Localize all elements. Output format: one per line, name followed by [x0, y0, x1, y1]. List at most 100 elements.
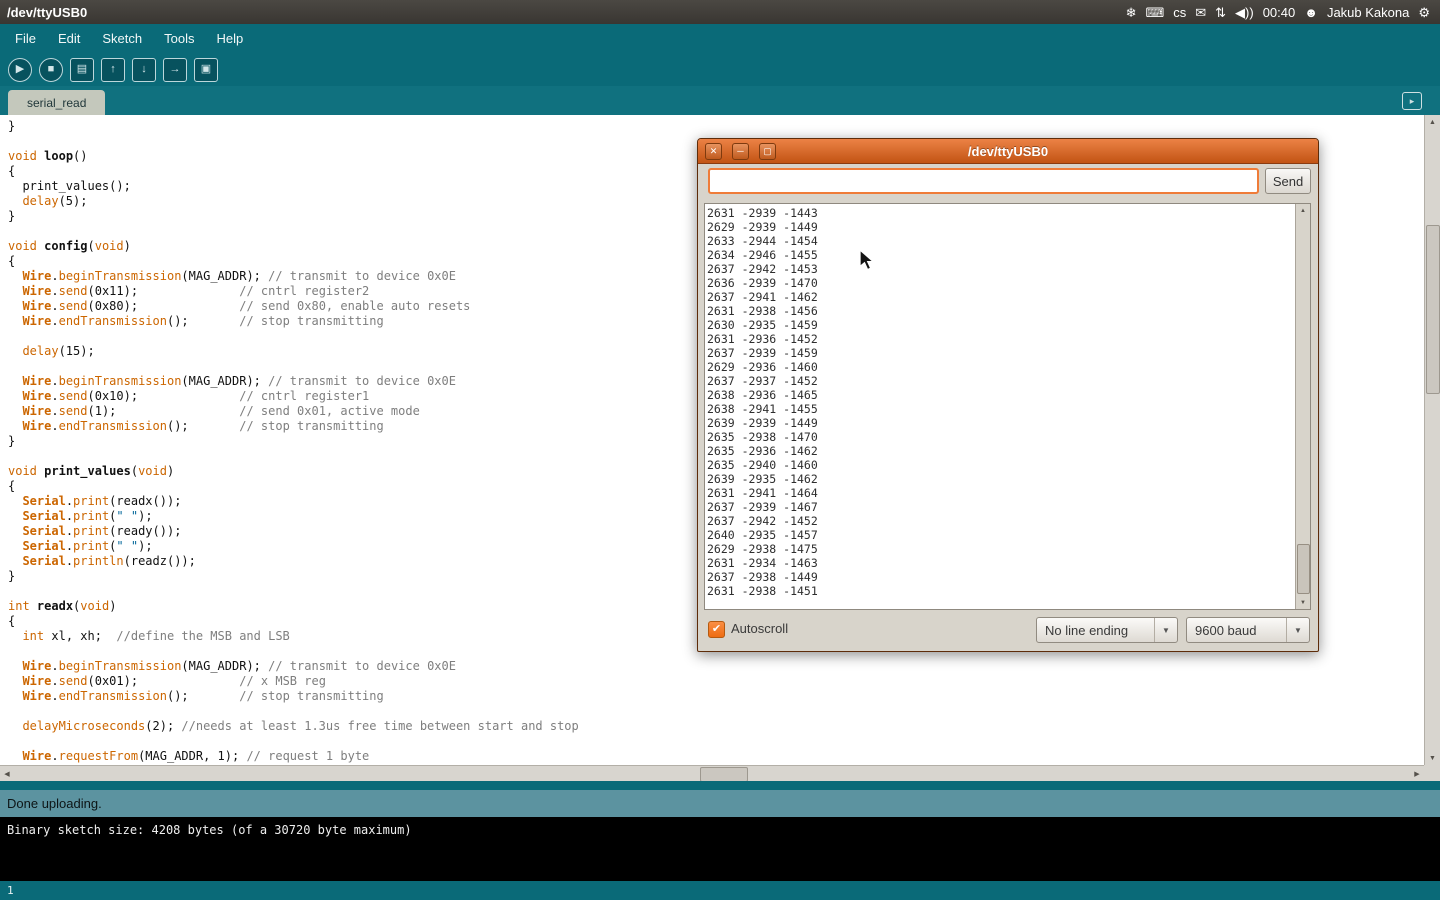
send-button[interactable]: Send	[1265, 168, 1311, 194]
serial-scroll-up-icon[interactable]: ▲	[1296, 204, 1310, 217]
code-line	[8, 734, 1424, 749]
serial-line: 2639 -2939 -1449	[707, 416, 1293, 430]
serial-line: 2638 -2941 -1455	[707, 402, 1293, 416]
serial-line: 2635 -2940 -1460	[707, 458, 1293, 472]
serial-line: 2637 -2937 -1452	[707, 374, 1293, 388]
save-sketch-button[interactable]: ↓	[132, 58, 156, 82]
stop-icon: ■	[48, 64, 55, 75]
dropdown-arrow-icon[interactable]: ▼	[1154, 618, 1177, 642]
maximize-button[interactable]: ▢	[759, 143, 776, 160]
open-sketch-button[interactable]: ↑	[101, 58, 125, 82]
save-down-arrow-icon: ↓	[141, 64, 147, 75]
panel-window-title: /dev/ttyUSB0	[7, 5, 87, 20]
close-button[interactable]: ✕	[705, 143, 722, 160]
menu-sketch[interactable]: Sketch	[91, 24, 153, 53]
dropdown-arrow-icon[interactable]: ▼	[1286, 618, 1309, 642]
serial-line: 2635 -2938 -1470	[707, 430, 1293, 444]
scrollbar-corner	[1424, 765, 1440, 781]
system-panel: /dev/ttyUSB0 ❄ ⌨ cs ✉ ⇅ ◀)) 00:40 ☻ Jakub Kakona…	[0, 0, 1440, 24]
serial-line: 2637 -2939 -1467	[707, 500, 1293, 514]
serial-scrollbar[interactable]: ▲ ▼	[1295, 204, 1310, 609]
serial-monitor-titlebar[interactable]: ✕ ─ ▢ /dev/ttyUSB0	[698, 139, 1318, 164]
scroll-down-arrow-icon[interactable]: ▼	[1425, 751, 1440, 765]
tab-label: serial_read	[27, 96, 86, 110]
menu-edit[interactable]: Edit	[47, 24, 91, 53]
session-gear-icon[interactable]: ⚙	[1418, 6, 1430, 19]
network-indicator-icon[interactable]: ⇅	[1215, 6, 1226, 19]
serial-line: 2631 -2939 -1443	[707, 206, 1293, 220]
serial-output-lines: 2631 -2939 -14432629 -2939 -14492633 -29…	[707, 206, 1293, 607]
volume-indicator-icon[interactable]: ◀))	[1235, 6, 1254, 19]
keyboard-layout-icon[interactable]: ⌨	[1145, 6, 1164, 19]
serial-monitor-button[interactable]: ▣	[194, 58, 218, 82]
code-line: Wire.send(0x01); // x MSB reg	[8, 674, 1424, 689]
close-icon: ✕	[710, 147, 718, 156]
serial-line: 2638 -2936 -1465	[707, 388, 1293, 402]
check-icon: ✔	[712, 623, 721, 635]
username-label[interactable]: Jakub Kakona	[1327, 5, 1409, 20]
serial-line: 2629 -2936 -1460	[707, 360, 1293, 374]
tab-menu-button[interactable]: ▸	[1402, 92, 1422, 110]
serial-line: 2637 -2938 -1449	[707, 570, 1293, 584]
line-ending-select[interactable]: No line ending ▼	[1036, 617, 1178, 643]
code-line	[8, 704, 1424, 719]
code-line: Wire.requestFrom(MAG_ADDR, 1); // reques…	[8, 749, 1424, 764]
serial-line: 2631 -2938 -1456	[707, 304, 1293, 318]
clock-label[interactable]: 00:40	[1263, 5, 1296, 20]
tab-menu-icon: ▸	[1410, 96, 1415, 107]
open-up-arrow-icon: ↑	[110, 64, 116, 75]
baud-rate-value: 9600 baud	[1187, 618, 1286, 642]
verify-button[interactable]: ▶	[8, 58, 32, 82]
serial-line: 2637 -2941 -1462	[707, 290, 1293, 304]
mail-indicator-icon[interactable]: ✉	[1195, 6, 1206, 19]
desktop: /dev/ttyUSB0 ❄ ⌨ cs ✉ ⇅ ◀)) 00:40 ☻ Jakub Kakona…	[0, 0, 1440, 900]
menu-file[interactable]: File	[4, 24, 47, 53]
scroll-left-arrow-icon[interactable]: ◀	[0, 766, 14, 781]
code-line: Wire.beginTransmission(MAG_ADDR); // tra…	[8, 659, 1424, 674]
serial-monitor-window: ✕ ─ ▢ /dev/ttyUSB0 Send 2631 -2939 -1443…	[697, 138, 1319, 652]
serial-line: 2637 -2939 -1459	[707, 346, 1293, 360]
serial-window-title: /dev/ttyUSB0	[698, 144, 1318, 159]
minimize-button[interactable]: ─	[732, 143, 749, 160]
autoscroll-label: Autoscroll	[731, 621, 788, 636]
user-icon[interactable]: ☻	[1304, 6, 1318, 19]
serial-line: 2635 -2936 -1462	[707, 444, 1293, 458]
snowflake-indicator-icon[interactable]: ❄	[1126, 6, 1137, 19]
panel-indicators: ❄ ⌨ cs ✉ ⇅ ◀)) 00:40 ☻ Jakub Kakona ⚙	[1126, 5, 1440, 20]
editor-vertical-scrollbar[interactable]: ▲ ▼	[1424, 115, 1440, 765]
minimize-icon: ─	[737, 147, 743, 156]
new-sketch-button[interactable]: ▤	[70, 58, 94, 82]
serial-line: 2630 -2935 -1459	[707, 318, 1293, 332]
baud-rate-select[interactable]: 9600 baud ▼	[1186, 617, 1310, 643]
serial-scroll-thumb[interactable]	[1297, 544, 1310, 594]
serial-line: 2631 -2938 -1451	[707, 584, 1293, 598]
tab-serial-read[interactable]: serial_read	[8, 90, 105, 115]
serial-scroll-down-icon[interactable]: ▼	[1296, 596, 1310, 609]
serial-line: 2629 -2938 -1475	[707, 542, 1293, 556]
horizontal-scroll-thumb[interactable]	[700, 767, 748, 782]
stop-button[interactable]: ■	[39, 58, 63, 82]
serial-line: 2637 -2942 -1453	[707, 262, 1293, 276]
serial-send-input[interactable]	[708, 168, 1259, 194]
vertical-scroll-thumb[interactable]	[1426, 225, 1440, 394]
toolbar: ▶ ■ ▤ ↑ ↓ → ▣	[0, 53, 1440, 86]
console-output: Binary sketch size: 4208 bytes (of a 307…	[0, 817, 1440, 881]
line-number-bar: 1	[0, 881, 1440, 900]
maximize-icon: ▢	[763, 147, 772, 156]
keyboard-layout-label[interactable]: cs	[1173, 5, 1186, 20]
line-ending-value: No line ending	[1037, 618, 1154, 642]
serial-line: 2631 -2934 -1463	[707, 556, 1293, 570]
serial-line: 2636 -2939 -1470	[707, 276, 1293, 290]
menu-help[interactable]: Help	[205, 24, 254, 53]
serial-line: 2637 -2942 -1452	[707, 514, 1293, 528]
serial-line: 2634 -2946 -1455	[707, 248, 1293, 262]
upload-button[interactable]: →	[163, 58, 187, 82]
code-line: }	[8, 119, 1424, 134]
autoscroll-checkbox[interactable]: ✔	[708, 621, 725, 638]
editor-horizontal-scrollbar[interactable]: ◀ ▶	[0, 765, 1424, 781]
scroll-up-arrow-icon[interactable]: ▲	[1425, 115, 1440, 129]
code-line: delayMicroseconds(2); //needs at least 1…	[8, 719, 1424, 734]
menu-tools[interactable]: Tools	[153, 24, 205, 53]
serial-output-area[interactable]: 2631 -2939 -14432629 -2939 -14492633 -29…	[704, 203, 1311, 610]
scroll-right-arrow-icon[interactable]: ▶	[1410, 766, 1424, 781]
